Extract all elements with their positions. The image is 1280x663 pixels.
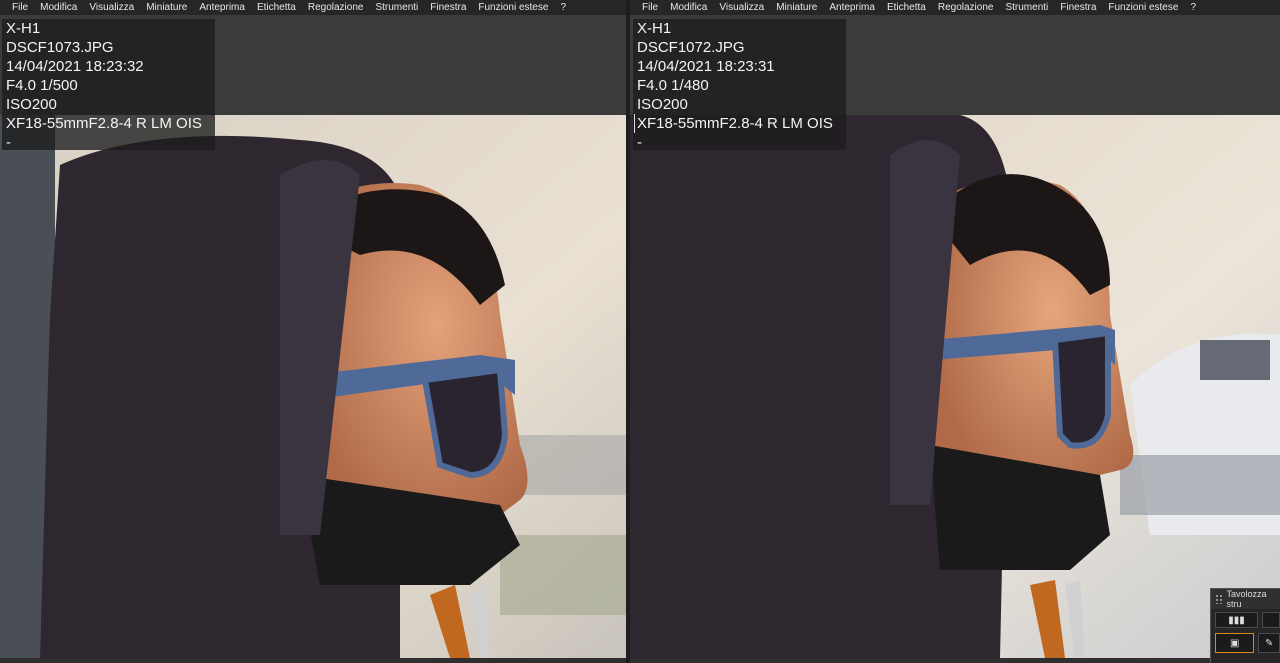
menu-file[interactable]: File	[630, 0, 664, 15]
photo-portrait-left	[0, 115, 626, 658]
camera-model: X-H1	[6, 20, 41, 37]
menu-regolazione[interactable]: Regolazione	[302, 0, 370, 15]
menu-anteprima[interactable]: Anteprima	[193, 0, 251, 15]
menu-etichetta[interactable]: Etichetta	[881, 0, 932, 15]
menu-modifica[interactable]: Modifica	[664, 0, 713, 15]
menu-funzioni-estese[interactable]: Funzioni estese	[472, 0, 554, 15]
menu-anteprima[interactable]: Anteprima	[823, 0, 881, 15]
grip-icon[interactable]	[1215, 594, 1223, 604]
edit-icon[interactable]: ✎	[1258, 633, 1280, 653]
tool-palette-row: ▣ ✎	[1215, 633, 1280, 653]
menu-help[interactable]: ?	[554, 0, 572, 15]
left-image-viewer[interactable]: File Modifica Visualizza Miniature Antep…	[0, 0, 626, 663]
extra-info: -	[6, 134, 11, 151]
tool-palette-row: ▮▮▮	[1215, 612, 1280, 628]
camera-model: X-H1	[637, 20, 672, 37]
menu-strumenti[interactable]: Strumenti	[999, 0, 1054, 15]
lens-model: XF18-55mmF2.8-4 R LM OIS	[634, 114, 846, 133]
menu-miniature[interactable]: Miniature	[770, 0, 823, 15]
menu-modifica[interactable]: Modifica	[34, 0, 83, 15]
menu-miniature[interactable]: Miniature	[140, 0, 193, 15]
lens-model: XF18-55mmF2.8-4 R LM OIS	[6, 115, 202, 132]
menu-regolazione[interactable]: Regolazione	[932, 0, 1000, 15]
menu-visualizza[interactable]: Visualizza	[83, 0, 140, 15]
menu-funzioni-estese[interactable]: Funzioni estese	[1102, 0, 1184, 15]
menu-file[interactable]: File	[0, 0, 34, 15]
photo-image[interactable]	[630, 115, 1280, 658]
right-image-viewer[interactable]: File Modifica Visualizza Miniature Antep…	[630, 0, 1280, 663]
tool-palette[interactable]: Tavolozza stru ▮▮▮ ▣ ✎	[1210, 588, 1280, 663]
iso-value: ISO200	[637, 96, 688, 113]
exposure-settings: F4.0 1/480	[637, 77, 709, 94]
extra-info: -	[637, 134, 642, 151]
menu-etichetta[interactable]: Etichetta	[251, 0, 302, 15]
menu-visualizza[interactable]: Visualizza	[713, 0, 770, 15]
iso-value: ISO200	[6, 96, 57, 113]
exif-info-overlay: X-H1 DSCF1072.JPG 14/04/2021 18:23:31 F4…	[633, 19, 846, 151]
tool-palette-title: Tavolozza stru	[1226, 589, 1267, 609]
file-name: DSCF1073.JPG	[6, 39, 114, 56]
menu-bar: File Modifica Visualizza Miniature Antep…	[630, 0, 1280, 15]
tool-button[interactable]	[1261, 612, 1280, 628]
exif-info-overlay: X-H1 DSCF1073.JPG 14/04/2021 18:23:32 F4…	[2, 19, 215, 151]
menu-finestra[interactable]: Finestra	[1054, 0, 1102, 15]
bottom-status-strip	[630, 658, 1280, 663]
photo-portrait-right	[630, 115, 1280, 658]
photo-image[interactable]	[0, 115, 626, 658]
menu-bar: File Modifica Visualizza Miniature Antep…	[0, 0, 626, 15]
tool-palette-titlebar[interactable]: Tavolozza stru	[1211, 589, 1280, 609]
exposure-settings: F4.0 1/500	[6, 77, 78, 94]
bottom-status-strip	[0, 658, 626, 663]
capture-datetime: 14/04/2021 18:23:31	[637, 58, 775, 75]
menu-strumenti[interactable]: Strumenti	[369, 0, 424, 15]
single-view-icon[interactable]: ▣	[1215, 633, 1255, 653]
filmstrip-icon[interactable]: ▮▮▮	[1215, 612, 1258, 628]
capture-datetime: 14/04/2021 18:23:32	[6, 58, 144, 75]
menu-finestra[interactable]: Finestra	[424, 0, 472, 15]
file-name: DSCF1072.JPG	[637, 39, 745, 56]
menu-help[interactable]: ?	[1184, 0, 1202, 15]
